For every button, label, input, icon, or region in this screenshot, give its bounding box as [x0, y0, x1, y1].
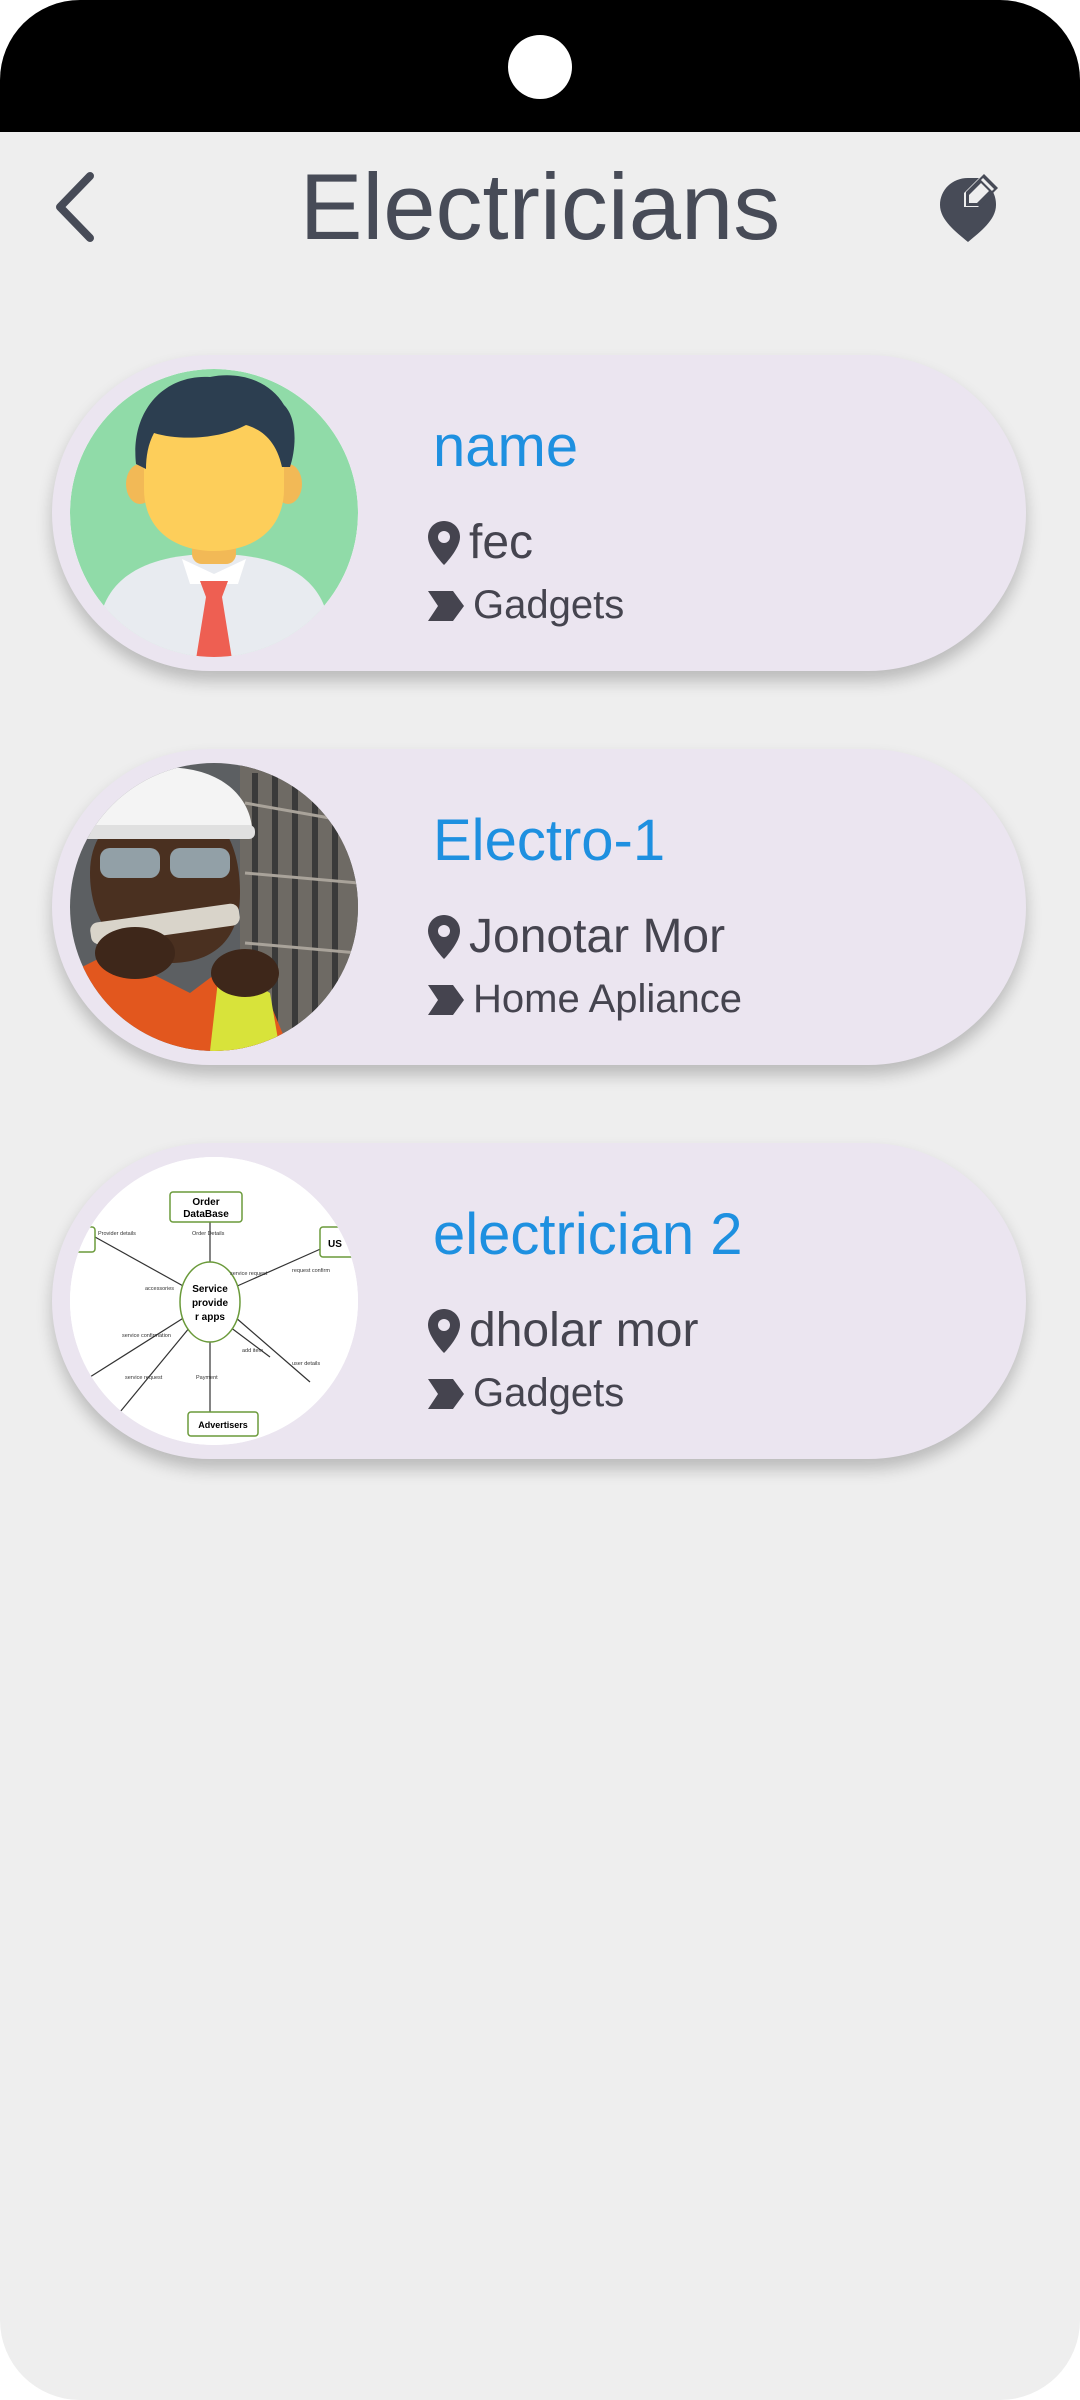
- phone-screen: Electricians name fec Gadgets Electro-1 …: [0, 0, 1080, 2400]
- electrician-card[interactable]: Electro-1 Jonotar Mor Home Apliance: [52, 749, 1026, 1065]
- diagram-text: Provider details: [98, 1231, 136, 1237]
- edit-location-icon: [940, 174, 998, 242]
- electrician-category: Gadgets: [473, 1371, 625, 1415]
- dataflow-diagram-image: Order DataBase Service provide r apps US…: [70, 1157, 358, 1445]
- diagram-text: Order: [192, 1197, 219, 1208]
- diagram-text: request confirm: [292, 1268, 330, 1274]
- diagram-text: accessories: [145, 1286, 174, 1292]
- diagram-text: service confirmation: [122, 1333, 171, 1339]
- electrician-location: fec: [469, 516, 534, 569]
- diagram-text: r apps: [195, 1312, 225, 1323]
- diagram-text: service request: [125, 1375, 163, 1381]
- cartoon-man-avatar: [70, 369, 358, 657]
- location-pin-icon: [427, 914, 461, 960]
- label-tag-icon: [427, 590, 465, 622]
- category-row: Gadgets: [427, 583, 624, 628]
- diagram-text: Advertisers: [198, 1420, 248, 1430]
- electrician-category: Gadgets: [473, 583, 625, 627]
- chevron-left-icon: [56, 172, 94, 242]
- location-row: dholar mor: [427, 1303, 698, 1358]
- edit-location-button[interactable]: [930, 162, 1010, 252]
- electrician-location: dholar mor: [469, 1304, 699, 1357]
- diagram-text: service request: [230, 1271, 268, 1277]
- category-row: Gadgets: [427, 1371, 624, 1416]
- electrician-photo: [70, 763, 358, 1051]
- diagram-text: US: [328, 1239, 342, 1250]
- label-tag-icon: [427, 1378, 465, 1410]
- diagram-text: Service: [192, 1284, 228, 1295]
- diagram-text: Payment: [196, 1375, 218, 1381]
- diagram-text: DataBase: [183, 1209, 229, 1220]
- status-bar: [0, 0, 1080, 132]
- diagram-text: add item: [242, 1348, 264, 1354]
- location-pin-icon: [427, 520, 461, 566]
- electrician-category: Home Apliance: [473, 977, 743, 1021]
- electrician-name: Electro-1: [433, 808, 666, 873]
- label-tag-icon: [427, 984, 465, 1016]
- app-bar: Electricians: [0, 132, 1080, 282]
- diagram-text: Order Details: [192, 1231, 225, 1237]
- electrician-location: Jonotar Mor: [469, 910, 726, 963]
- category-row: Home Apliance: [427, 977, 742, 1022]
- diagram-text: provide: [192, 1298, 229, 1309]
- page-title: Electricians: [299, 154, 781, 259]
- electrician-name: electrician 2: [433, 1202, 743, 1267]
- camera-cutout: [508, 35, 572, 99]
- back-button[interactable]: [40, 162, 110, 252]
- location-row: fec: [427, 515, 533, 570]
- location-pin-icon: [427, 1308, 461, 1354]
- electrician-card[interactable]: name fec Gadgets: [52, 355, 1026, 671]
- location-row: Jonotar Mor: [427, 909, 725, 964]
- electrician-card[interactable]: Order DataBase Service provide r apps US…: [52, 1143, 1026, 1459]
- electrician-name: name: [433, 414, 579, 479]
- diagram-text: user details: [292, 1361, 320, 1367]
